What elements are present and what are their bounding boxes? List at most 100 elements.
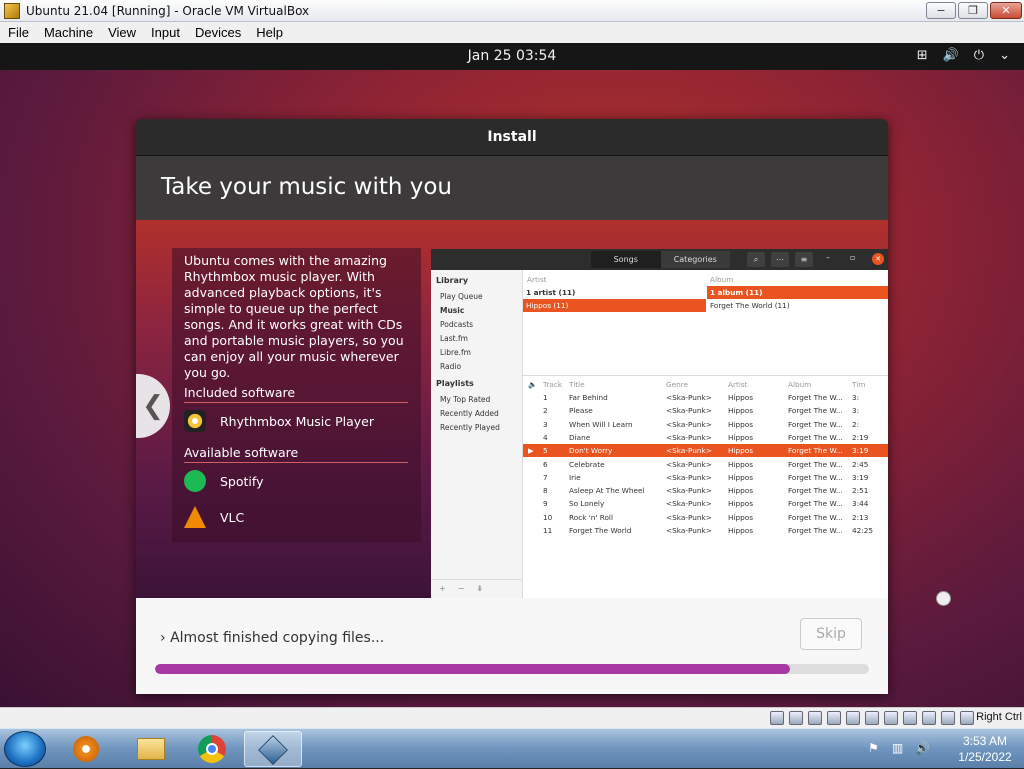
- installer-window: Install Take your music with you Ubuntu …: [136, 119, 888, 694]
- gnome-clock[interactable]: Jan 25 03:54: [0, 48, 1024, 64]
- display-icon[interactable]: [884, 711, 898, 725]
- close-button[interactable]: ✕: [990, 2, 1022, 19]
- track-album: Forget The W...: [788, 512, 843, 522]
- track-genre: <Ska-Punk>: [666, 486, 712, 496]
- taskbar-clock[interactable]: 3:53 AM 1/25/2022: [948, 733, 1022, 765]
- remove-icon: −: [457, 584, 465, 593]
- track-artist: Hippos: [728, 499, 754, 509]
- track-album: Forget The W...: [788, 406, 843, 416]
- track-artist: Hippos: [728, 486, 754, 496]
- track-time: 2:13: [852, 512, 869, 522]
- track-title: Don't Worry: [569, 446, 613, 456]
- col-title: Title: [569, 380, 585, 389]
- file-explorer-icon[interactable]: [122, 731, 180, 767]
- menu-icon: ≡: [795, 252, 813, 267]
- power-icon[interactable]: ⏻: [974, 48, 984, 63]
- track-row: 4 Diane <Ska-Punk> Hippos Forget The W... 2:1…: [523, 431, 888, 444]
- track-number: 8: [543, 486, 548, 496]
- network-icon[interactable]: ▥: [892, 741, 903, 755]
- col-artist: Artist: [728, 380, 748, 389]
- menu-machine[interactable]: Machine: [36, 25, 100, 40]
- track-number: 5: [543, 446, 548, 456]
- track-number: 4: [543, 432, 548, 442]
- rhythmbox-browser: Artist Album 1 artist (11) 1 album (11) H…: [523, 270, 888, 598]
- playlist-recently-added: Recently Added: [440, 409, 499, 418]
- network-icon[interactable]: ⊞: [917, 48, 928, 63]
- menu-view[interactable]: View: [100, 25, 143, 40]
- accessibility-icon[interactable]: [936, 591, 951, 606]
- clock-date: 1/25/2022: [958, 750, 1012, 764]
- minimize-button[interactable]: −: [926, 2, 956, 19]
- album-column-header: Album: [710, 275, 734, 284]
- track-number: 6: [543, 459, 548, 469]
- mouse-integration-icon[interactable]: [941, 711, 955, 725]
- rhythmbox-screenshot: Songs Categories ⌕ ⋯ ≡ – ▫ ✕ Library Pla…: [431, 249, 888, 598]
- next-slide-button[interactable]: ❯: [858, 374, 892, 438]
- track-title: Celebrate: [569, 459, 605, 469]
- col-album: Album: [788, 380, 812, 389]
- track-title: Forget The World: [569, 526, 632, 535]
- action-center-icon[interactable]: ⚑: [868, 741, 879, 755]
- skip-button[interactable]: Skip: [800, 618, 862, 650]
- track-time: 3:44: [852, 499, 869, 509]
- cpu-icon[interactable]: [922, 711, 936, 725]
- track-row: 11 Forget The World <Ska-Punk> Hippos Forget…: [523, 524, 888, 537]
- playlist-recently-played: Recently Played: [440, 423, 500, 432]
- optical-drive-icon[interactable]: [789, 711, 803, 725]
- install-progress-fill: [155, 664, 791, 674]
- install-status[interactable]: › Almost finished copying files...: [160, 630, 384, 646]
- track-row: 3 When Will I Learn <Ska-Punk> Hippos Forget…: [523, 418, 888, 431]
- sidebar-item-radio: Radio: [440, 362, 462, 371]
- track-album: Forget The W...: [788, 499, 843, 509]
- slide-area: Ubuntu comes with the amazing Rhythmbox …: [136, 220, 888, 598]
- usb-icon[interactable]: [846, 711, 860, 725]
- software-item-rhythmbox: Rhythmbox Music Player: [184, 409, 374, 433]
- volume-icon[interactable]: 🔊: [943, 48, 959, 63]
- virtualbox-icon[interactable]: [244, 731, 302, 767]
- chrome-icon[interactable]: [184, 731, 242, 767]
- add-icon: +: [439, 584, 446, 593]
- menu-input[interactable]: Input: [143, 25, 187, 40]
- shared-folder-icon[interactable]: [865, 711, 879, 725]
- track-artist: Hippos: [728, 419, 754, 429]
- menu-devices[interactable]: Devices: [187, 25, 248, 40]
- system-tray: ⚑ ▥ 🔊 3:53 AM 1/25/2022: [860, 729, 1024, 769]
- track-title: Far Behind: [569, 393, 608, 402]
- chevron-down-icon[interactable]: ⌄: [999, 48, 1010, 63]
- window-title: Ubuntu 21.04 [Running] - Oracle VM Virtu…: [26, 3, 310, 18]
- playlists-heading: Playlists: [436, 379, 474, 388]
- search-icon: ⌕: [747, 252, 765, 267]
- install-progress-bar: [155, 664, 869, 674]
- track-title: Please: [569, 406, 593, 416]
- maximize-button[interactable]: ❐: [958, 2, 988, 19]
- menu-help[interactable]: Help: [248, 25, 290, 40]
- track-album: Forget The W...: [788, 446, 843, 456]
- volume-icon[interactable]: 🔊: [915, 741, 930, 755]
- track-time: 42:25: [852, 526, 874, 535]
- track-artist: Hippos: [728, 512, 754, 522]
- start-button[interactable]: [4, 731, 46, 767]
- network-adapter-icon[interactable]: [827, 711, 841, 725]
- menu-file[interactable]: File: [0, 25, 36, 40]
- video-capture-icon[interactable]: [903, 711, 917, 725]
- hard-disk-icon[interactable]: [770, 711, 784, 725]
- installer-footer: › Almost finished copying files... Skip: [136, 598, 888, 694]
- track-title: When Will I Learn: [569, 419, 633, 429]
- rhythmbox-sidebar: Library Play Queue Music Podcasts Last.f…: [431, 270, 523, 598]
- track-time: 2:45: [852, 459, 869, 469]
- playing-icon: ▶: [528, 446, 534, 456]
- slide-title: Take your music with you: [136, 156, 888, 220]
- audio-icon[interactable]: [808, 711, 822, 725]
- track-number: 3: [543, 419, 548, 429]
- track-row: 2 Please <Ska-Punk> Hippos Forget The W... 3:: [523, 404, 888, 417]
- track-title: Diane: [569, 432, 591, 442]
- sidebar-item-music: Music: [440, 306, 465, 315]
- track-number: 10: [543, 512, 553, 522]
- track-title: Irie: [569, 472, 581, 482]
- track-genre: <Ska-Punk>: [666, 472, 712, 482]
- keyboard-icon[interactable]: [960, 711, 974, 725]
- software-name: VLC: [220, 509, 245, 525]
- media-player-icon[interactable]: [57, 731, 115, 767]
- sidebar-item-lastfm: Last.fm: [440, 334, 468, 343]
- vlc-icon: [184, 506, 206, 528]
